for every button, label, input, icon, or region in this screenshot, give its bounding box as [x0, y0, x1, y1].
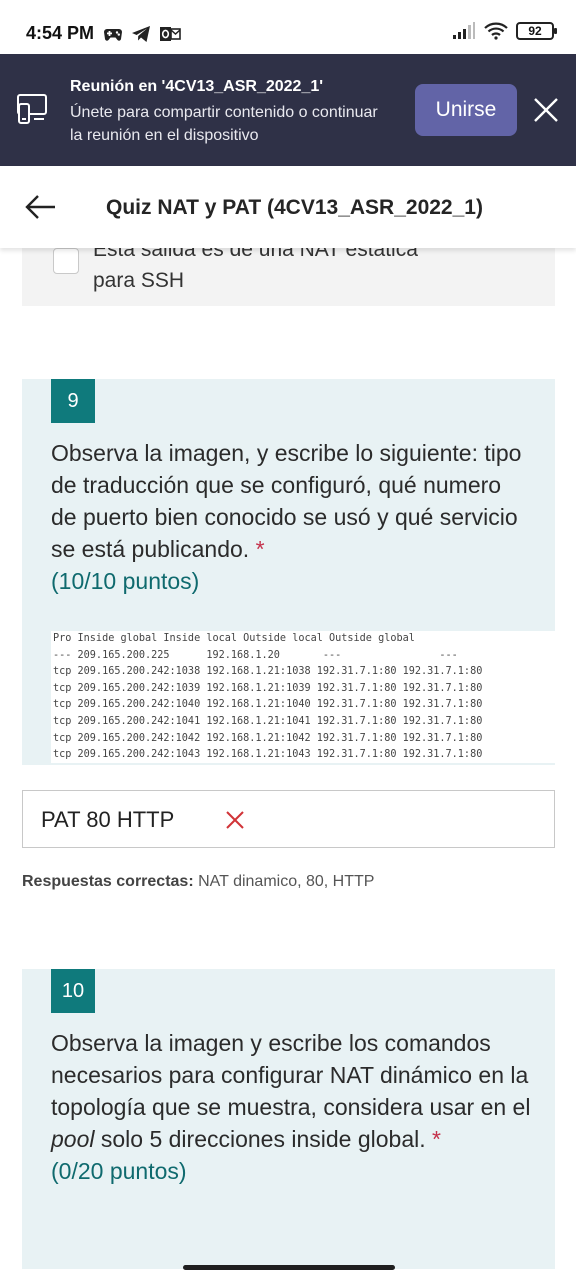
required-mark: * — [255, 536, 265, 562]
game-controller-icon — [104, 29, 122, 41]
nat-table-row: tcp 209.165.200.242:1043 192.168.1.21:10… — [53, 749, 483, 761]
question-prompt-end: solo 5 direcciones inside global. — [94, 1126, 426, 1152]
question-points: (10/10 puntos) — [51, 568, 200, 594]
nat-table-row: tcp 209.165.200.242:1039 192.168.1.21:10… — [53, 682, 483, 694]
question-prompt-italic: pool — [51, 1126, 95, 1152]
question-text: Observa la imagen y escribe los comandos… — [51, 1027, 531, 1187]
page-title: Quiz NAT y PAT (4CV13_ASR_2022_1) — [106, 196, 483, 219]
wifi-icon — [484, 22, 508, 40]
nat-table-row: tcp 209.165.200.242:1041 192.168.1.21:10… — [53, 715, 483, 727]
question-card-9: 9 Observa la imagen, y escribe lo siguie… — [22, 379, 574, 765]
question-prompt: Observa la imagen, y escribe lo siguient… — [51, 440, 522, 562]
question-text: Observa la imagen, y escribe lo siguient… — [51, 437, 531, 597]
answer-value: PAT 80 HTTP — [41, 807, 175, 832]
nat-table-row: --- 209.165.200.225 192.168.1.20 --- --- — [53, 649, 458, 661]
nat-table-row: tcp 209.165.200.242:1038 192.168.1.21:10… — [53, 666, 483, 678]
system-icons: 92 — [452, 22, 557, 40]
back-arrow-icon[interactable] — [24, 194, 58, 220]
correct-answers: Respuestas correctas: NAT dinamico, 80, … — [22, 873, 374, 891]
nat-table-row: tcp 209.165.200.242:1042 192.168.1.21:10… — [53, 732, 483, 744]
quiz-header: Quiz NAT y PAT (4CV13_ASR_2022_1) — [0, 166, 576, 248]
outlook-icon — [160, 27, 181, 41]
device-transfer-icon — [17, 94, 47, 124]
option-label-line-2: para SSH — [93, 269, 185, 292]
banner-title: Reunión en '4CV13_ASR_2022_1' — [70, 78, 324, 95]
status-time: 4:54 PM — [26, 23, 95, 43]
question-card-10: 10 Observa la imagen y escribe los coman… — [22, 969, 555, 1269]
telegram-icon — [132, 26, 150, 42]
status-bar: 4:54 PM 92 — [0, 0, 576, 54]
home-indicator[interactable] — [183, 1265, 395, 1270]
answer-field[interactable]: PAT 80 HTTP — [22, 790, 555, 848]
battery-indicator: 92 — [516, 22, 557, 40]
question-points: (0/20 puntos) — [51, 1158, 187, 1184]
nat-translation-table-image: Pro Inside global Inside local Outside l… — [51, 631, 574, 763]
close-icon[interactable] — [532, 96, 560, 124]
question-prompt: Observa la imagen y escribe los comandos… — [51, 1030, 531, 1120]
nat-table-row: tcp 209.165.200.242:1040 192.168.1.21:10… — [53, 699, 483, 711]
question-number: 10 — [51, 969, 95, 1013]
notification-icons — [103, 24, 181, 44]
meeting-banner: Reunión en '4CV13_ASR_2022_1' Únete para… — [0, 54, 576, 166]
question-number: 9 — [51, 379, 95, 423]
correct-answers-value: NAT dinamico, 80, HTTP — [198, 873, 375, 890]
option-checkbox[interactable] — [53, 248, 79, 274]
signal-bars-icon — [453, 22, 475, 39]
nat-table-header: Pro Inside global Inside local Outside l… — [53, 633, 415, 644]
join-button[interactable]: Unirse — [415, 84, 517, 136]
required-mark: * — [432, 1126, 441, 1152]
wrong-x-icon — [226, 811, 244, 829]
banner-description: Únete para compartir contenido o continu… — [70, 104, 378, 144]
correct-answers-label: Respuestas correctas: — [22, 873, 194, 890]
